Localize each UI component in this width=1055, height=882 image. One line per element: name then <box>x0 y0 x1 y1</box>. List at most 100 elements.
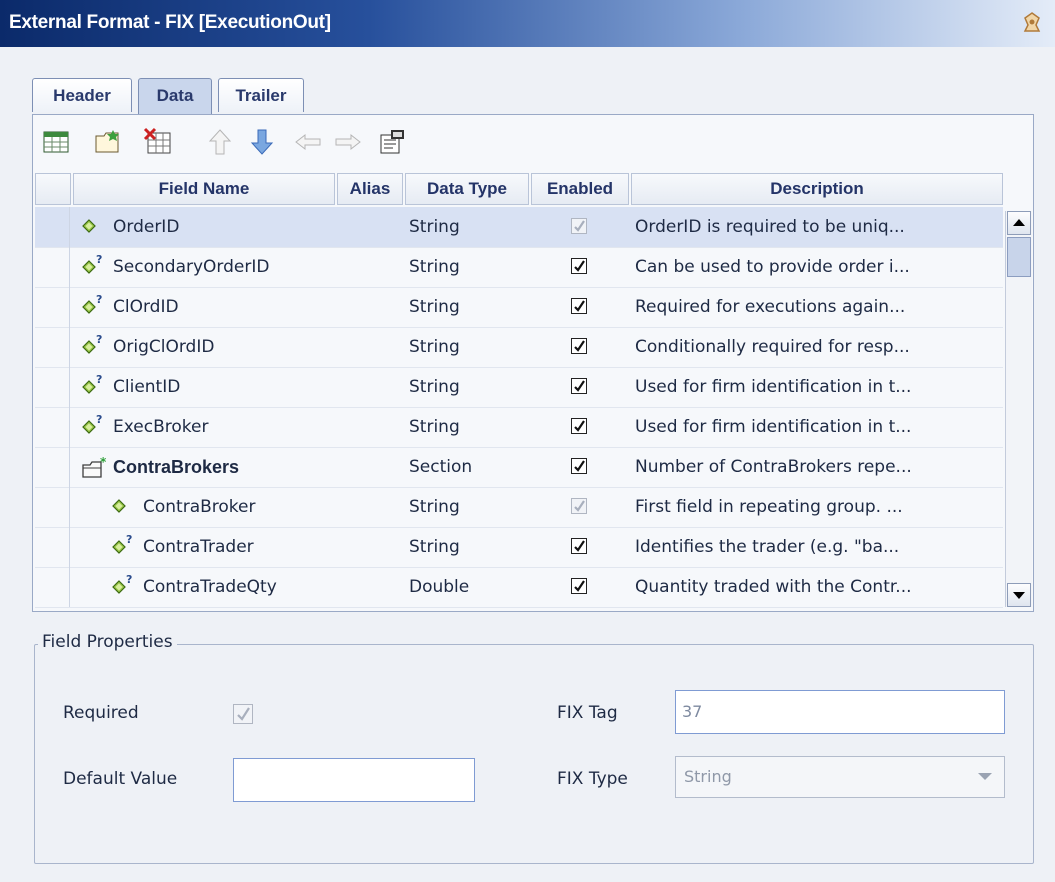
description-cell[interactable]: Used for firm identification in t... <box>635 407 1001 447</box>
field-name-cell[interactable]: * ContraBrokers <box>81 447 331 487</box>
field-name-cell[interactable]: ? OrigClOrdID <box>81 327 331 367</box>
enabled-checkbox[interactable] <box>571 498 587 514</box>
fix-tag-input[interactable]: 37 <box>675 690 1005 734</box>
table-row[interactable]: ? SecondaryOrderID String Can be used to pr… <box>35 247 1003 288</box>
description-cell[interactable]: Required for executions again... <box>635 287 1001 327</box>
alias-cell[interactable] <box>339 327 403 367</box>
alias-cell[interactable] <box>339 447 403 487</box>
default-value-input[interactable] <box>233 758 475 802</box>
field-name-cell[interactable]: ? ContraTradeQty <box>111 567 331 607</box>
enabled-checkbox[interactable] <box>571 458 587 474</box>
field-name-cell[interactable]: ? ClOrdID <box>81 287 331 327</box>
field-name-cell[interactable]: ? SecondaryOrderID <box>81 247 331 287</box>
table-row[interactable]: ? ContraTrader String Identifies the trader… <box>35 527 1003 568</box>
alias-cell[interactable] <box>339 247 403 287</box>
data-type-cell[interactable]: String <box>409 247 527 287</box>
check-icon <box>574 460 585 472</box>
properties-icon[interactable] <box>377 127 407 157</box>
enabled-checkbox[interactable] <box>571 258 587 274</box>
scroll-down-button[interactable] <box>1007 583 1031 607</box>
table-row[interactable]: ? ContraTradeQty Double Quantity traded wit… <box>35 567 1003 608</box>
enabled-checkbox[interactable] <box>571 218 587 234</box>
row-selector[interactable] <box>35 327 70 367</box>
check-icon <box>574 220 585 232</box>
column-header-description[interactable]: Description <box>631 173 1003 205</box>
data-type-cell[interactable]: Section <box>409 447 527 487</box>
alias-cell[interactable] <box>339 407 403 447</box>
field-name-text: ContraBrokers <box>113 457 240 477</box>
table-row[interactable]: ? OrigClOrdID String Conditionally required… <box>35 327 1003 368</box>
scroll-thumb[interactable] <box>1007 237 1031 277</box>
data-type-cell[interactable]: String <box>409 487 527 527</box>
alias-cell[interactable] <box>339 567 403 607</box>
alias-cell[interactable] <box>339 287 403 327</box>
fix-type-select[interactable]: String <box>675 756 1005 798</box>
row-selector[interactable] <box>35 447 70 487</box>
alias-cell[interactable] <box>339 207 403 247</box>
table-row[interactable]: OrderID String OrderID is required to be u… <box>35 207 1003 248</box>
table-row[interactable]: ? ClientID String Used for firm identificat… <box>35 367 1003 408</box>
description-cell[interactable]: Conditionally required for resp... <box>635 327 1001 367</box>
table-row[interactable]: ? ExecBroker String Used for firm identific… <box>35 407 1003 448</box>
field-name-cell[interactable]: ? ContraTrader <box>111 527 331 567</box>
alias-cell[interactable] <box>339 367 403 407</box>
description-cell[interactable]: Used for firm identification in t... <box>635 367 1001 407</box>
enabled-checkbox[interactable] <box>571 578 587 594</box>
description-cell[interactable]: Quantity traded with the Contr... <box>635 567 1001 607</box>
row-selector[interactable] <box>35 247 70 287</box>
data-type-cell[interactable]: String <box>409 527 527 567</box>
outdent-icon[interactable] <box>293 127 323 157</box>
enabled-checkbox[interactable] <box>571 298 587 314</box>
description-cell[interactable]: OrderID is required to be uniq... <box>635 207 1001 247</box>
row-header-corner <box>35 173 71 205</box>
data-type-cell[interactable]: String <box>409 367 527 407</box>
alias-cell[interactable] <box>339 487 403 527</box>
data-type-cell[interactable]: Double <box>409 567 527 607</box>
tab-trailer[interactable]: Trailer <box>218 78 304 112</box>
description-cell[interactable]: Can be used to provide order i... <box>635 247 1001 287</box>
description-cell[interactable]: Number of ContraBrokers repe... <box>635 447 1001 487</box>
data-type-cell[interactable]: String <box>409 407 527 447</box>
field-name-cell[interactable]: ? ExecBroker <box>81 407 331 447</box>
tab-header[interactable]: Header <box>32 78 132 112</box>
data-type-cell[interactable]: String <box>409 327 527 367</box>
table-row[interactable]: ContraBroker String First field in repeati… <box>35 487 1003 528</box>
column-header-enabled[interactable]: Enabled <box>531 173 629 205</box>
svg-text:*: * <box>100 456 107 469</box>
required-checkbox[interactable] <box>233 704 253 724</box>
field-name-cell[interactable]: ContraBroker <box>111 487 331 527</box>
column-header-data-type[interactable]: Data Type <box>405 173 529 205</box>
indent-icon[interactable] <box>333 127 363 157</box>
field-name-cell[interactable]: ? ClientID <box>81 367 331 407</box>
add-field-icon[interactable] <box>41 127 71 157</box>
alias-cell[interactable] <box>339 527 403 567</box>
scroll-up-button[interactable] <box>1007 211 1031 235</box>
enabled-checkbox[interactable] <box>571 378 587 394</box>
row-selector[interactable] <box>35 207 70 247</box>
row-selector[interactable] <box>35 567 70 607</box>
row-selector[interactable] <box>35 367 70 407</box>
data-type-cell[interactable]: String <box>409 287 527 327</box>
add-section-icon[interactable] <box>93 127 123 157</box>
table-row[interactable]: ? ClOrdID String Required for executions ag… <box>35 287 1003 328</box>
enabled-checkbox[interactable] <box>571 418 587 434</box>
table-row[interactable]: * ContraBrokers Section Number of ContraBro… <box>35 447 1003 488</box>
row-selector[interactable] <box>35 527 70 567</box>
move-up-icon[interactable] <box>205 127 235 157</box>
enabled-checkbox[interactable] <box>571 538 587 554</box>
description-cell[interactable]: Identifies the trader (e.g. "ba... <box>635 527 1001 567</box>
delete-icon[interactable] <box>143 127 173 157</box>
column-header-field-name[interactable]: Field Name <box>73 173 335 205</box>
row-selector[interactable] <box>35 287 70 327</box>
description-cell[interactable]: First field in repeating group. ... <box>635 487 1001 527</box>
enabled-checkbox[interactable] <box>571 338 587 354</box>
row-selector[interactable] <box>35 487 70 527</box>
move-down-icon[interactable] <box>247 127 277 157</box>
field-name-cell[interactable]: OrderID <box>81 207 331 247</box>
row-selector[interactable] <box>35 407 70 447</box>
pin-icon[interactable] <box>1019 10 1045 36</box>
column-header-alias[interactable]: Alias <box>337 173 403 205</box>
data-type-cell[interactable]: String <box>409 207 527 247</box>
tab-data[interactable]: Data <box>138 78 212 114</box>
vertical-scrollbar[interactable] <box>1005 211 1032 607</box>
